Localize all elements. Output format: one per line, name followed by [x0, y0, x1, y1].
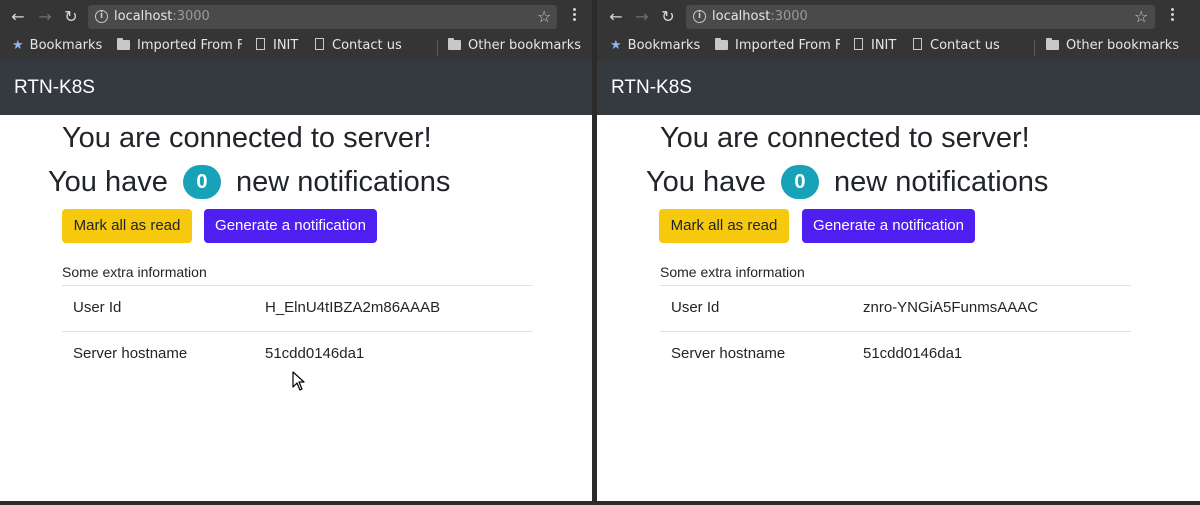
app-navbar: RTN-K8S: [0, 60, 592, 115]
bookmark-init[interactable]: INIT: [256, 38, 298, 53]
forward-arrow-icon[interactable]: →: [35, 7, 55, 27]
address-bar[interactable]: i localhost:3000 ☆: [686, 5, 1155, 29]
notif-suffix: new notifications: [236, 166, 451, 198]
star-icon: ★: [12, 38, 24, 53]
bookmark-star-icon[interactable]: ☆: [1134, 7, 1148, 26]
page-icon: [256, 38, 265, 50]
extra-info-title: Some extra information: [62, 264, 207, 280]
folder-icon: [1046, 38, 1059, 50]
bookmarks-bar: ★ Bookmarks Imported From F INIT Contact …: [597, 34, 1200, 60]
info-value: 51cdd0146da1: [265, 345, 365, 362]
bookmark-init[interactable]: INIT: [854, 38, 896, 53]
brand[interactable]: RTN-K8S: [14, 77, 95, 99]
desktop: ← → ↻ i localhost:3000 ☆ ★ Bookmarks Impo…: [0, 0, 1200, 505]
notif-prefix: You have: [646, 166, 766, 198]
info-key: User Id: [671, 299, 720, 316]
page-content: You are connected to server! You have 0 …: [0, 115, 592, 505]
back-arrow-icon[interactable]: ←: [606, 7, 626, 27]
info-table: User Id H_ElnU4tIBZA2m86AAAB Server host…: [62, 285, 533, 378]
reload-icon[interactable]: ↻: [61, 7, 81, 27]
page-icon: [854, 38, 863, 50]
bookmark-imported[interactable]: Imported From F: [715, 38, 840, 53]
info-key: User Id: [73, 299, 122, 316]
bookmark-other[interactable]: Other bookmarks: [1046, 38, 1179, 53]
url-text: localhost:3000: [114, 9, 210, 24]
browser-window-right: ← → ↻ i localhost:3000 ☆ ★ Bookmarks Impo…: [597, 0, 1200, 505]
bookmark-imported[interactable]: Imported From F: [117, 38, 242, 53]
generate-notification-button[interactable]: Generate a notification: [204, 209, 377, 243]
window-bottom-edge: [0, 501, 1200, 505]
browser-toolbar: ← → ↻ i localhost:3000 ☆: [0, 0, 592, 34]
browser-window-left: ← → ↻ i localhost:3000 ☆ ★ Bookmarks Impo…: [0, 0, 592, 505]
browser-toolbar: ← → ↻ i localhost:3000 ☆: [597, 0, 1200, 34]
address-bar[interactable]: i localhost:3000 ☆: [88, 5, 557, 29]
info-icon[interactable]: i: [95, 10, 108, 23]
page-icon: [315, 38, 324, 50]
folder-icon: [117, 38, 130, 50]
connected-heading: You are connected to server!: [660, 122, 1030, 154]
reload-icon[interactable]: ↻: [658, 7, 678, 27]
info-table: User Id znro-YNGiA5FunmsAAAC Server host…: [660, 285, 1131, 378]
mark-all-read-button[interactable]: Mark all as read: [62, 209, 192, 243]
table-row: Server hostname 51cdd0146da1: [660, 332, 1131, 378]
bookmarks-divider: [1034, 40, 1035, 56]
extra-info-title: Some extra information: [660, 264, 805, 280]
bookmark-contact-us[interactable]: Contact us: [913, 38, 1000, 53]
bookmarks-divider: [437, 40, 438, 56]
bookmark-star-icon[interactable]: ☆: [537, 7, 551, 26]
notifications-heading: You have 0 new notifications: [646, 165, 1048, 199]
notif-prefix: You have: [48, 166, 168, 198]
app-navbar: RTN-K8S: [597, 60, 1200, 115]
bookmark-bookmarks[interactable]: ★ Bookmarks: [610, 38, 700, 53]
table-row: User Id znro-YNGiA5FunmsAAAC: [660, 286, 1131, 332]
notification-count-badge: 0: [182, 165, 221, 199]
mark-all-read-button[interactable]: Mark all as read: [659, 209, 789, 243]
info-key: Server hostname: [73, 345, 188, 362]
url-text: localhost:3000: [712, 9, 808, 24]
bookmark-other[interactable]: Other bookmarks: [448, 38, 581, 53]
table-row: User Id H_ElnU4tIBZA2m86AAAB: [62, 286, 533, 332]
folder-icon: [715, 38, 728, 50]
brand[interactable]: RTN-K8S: [611, 77, 692, 99]
back-arrow-icon[interactable]: ←: [8, 7, 28, 27]
bookmark-bookmarks[interactable]: ★ Bookmarks: [12, 38, 102, 53]
info-value: 51cdd0146da1: [863, 345, 963, 362]
folder-icon: [448, 38, 461, 50]
bookmarks-bar: ★ Bookmarks Imported From F INIT Contact …: [0, 34, 592, 60]
info-icon[interactable]: i: [693, 10, 706, 23]
browser-menu-icon[interactable]: [573, 8, 577, 23]
page-content: You are connected to server! You have 0 …: [597, 115, 1200, 505]
info-value: H_ElnU4tIBZA2m86AAAB: [265, 299, 441, 316]
browser-menu-icon[interactable]: [1171, 8, 1175, 23]
page-icon: [913, 38, 922, 50]
info-value: znro-YNGiA5FunmsAAAC: [863, 299, 1039, 316]
star-icon: ★: [610, 38, 622, 53]
bookmark-contact-us[interactable]: Contact us: [315, 38, 402, 53]
notification-count-badge: 0: [780, 165, 819, 199]
forward-arrow-icon[interactable]: →: [632, 7, 652, 27]
connected-heading: You are connected to server!: [62, 122, 432, 154]
notifications-heading: You have 0 new notifications: [48, 165, 450, 199]
mouse-cursor-icon: [292, 371, 305, 391]
notif-suffix: new notifications: [834, 166, 1049, 198]
info-key: Server hostname: [671, 345, 786, 362]
generate-notification-button[interactable]: Generate a notification: [802, 209, 975, 243]
